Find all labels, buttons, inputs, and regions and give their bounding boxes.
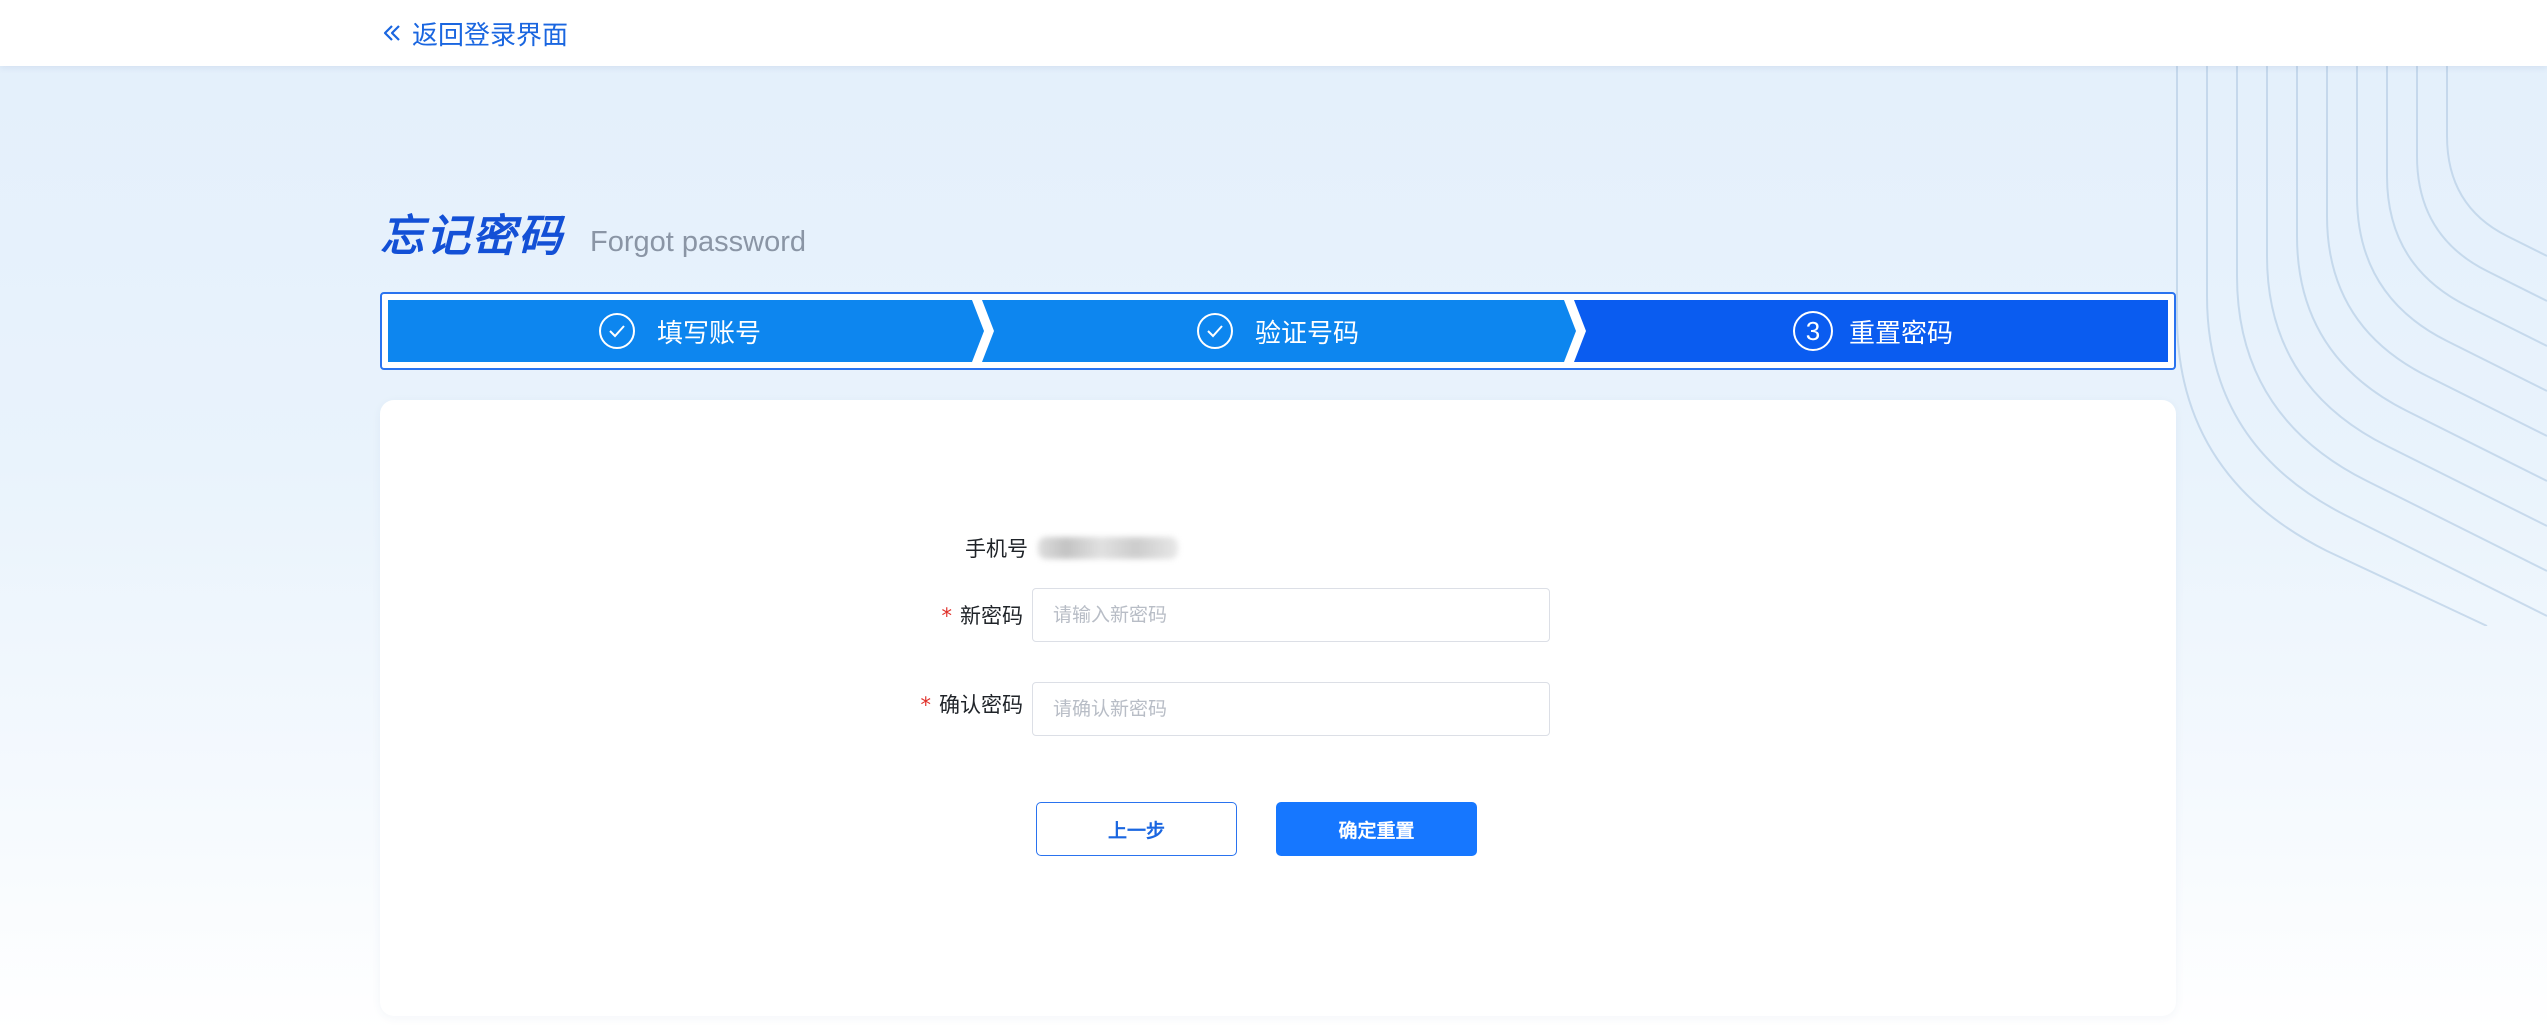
page-title-zh: 忘记密码 [380, 211, 564, 262]
confirm-reset-button[interactable]: 确定重置 [1276, 802, 1477, 856]
page-title: 忘记密码 Forgot password [380, 200, 806, 264]
reset-form-card: 手机号 * 新密码 * 确认密码 上一步 确定重置 [380, 400, 2176, 1016]
step-label: 填写账号 [656, 318, 761, 349]
back-to-login-link[interactable]: 返回登录界面 [382, 14, 568, 52]
check-circle-icon [598, 313, 635, 349]
progress-steps: 填写账号 验证号码 3 重置密码 [380, 292, 2176, 370]
required-mark: * [941, 604, 953, 628]
required-mark: * [920, 693, 932, 717]
confirm-password-input[interactable] [1032, 682, 1550, 736]
step-reset-password: 3 重置密码 [1578, 302, 2168, 360]
step-label: 验证号码 [1254, 318, 1359, 349]
new-password-input[interactable] [1032, 588, 1550, 642]
previous-step-button[interactable]: 上一步 [1036, 802, 1237, 856]
step-fill-account: 填写账号 [388, 302, 972, 360]
confirm-password-label: * 确认密码 [880, 689, 1024, 719]
new-password-label: * 新密码 [900, 600, 1024, 630]
back-link-label: 返回登录界面 [412, 20, 569, 51]
phone-value-masked [1038, 537, 1178, 559]
double-chevron-left-icon [382, 23, 402, 43]
top-bar: 返回登录界面 [0, 0, 2547, 66]
step-label: 重置密码 [1848, 318, 1953, 349]
confirm-password-label-text: 确认密码 [939, 693, 1023, 717]
phone-label: 手机号 [965, 537, 1028, 561]
step-number-badge: 3 [1792, 311, 1833, 351]
page-title-en: Forgot password [590, 226, 806, 258]
new-password-label-text: 新密码 [960, 604, 1023, 628]
check-circle-icon [1196, 313, 1233, 349]
step-verify-number: 验证号码 [986, 302, 1570, 360]
